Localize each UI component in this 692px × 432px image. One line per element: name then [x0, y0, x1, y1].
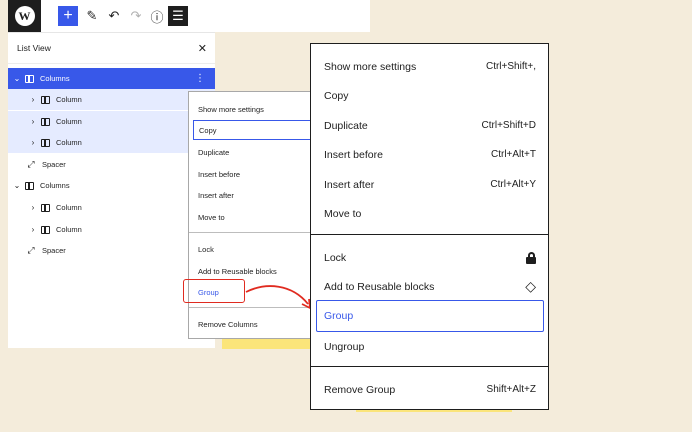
- shortcut-label: Ctrl+Alt+Y: [490, 179, 536, 190]
- menu-item-label: Remove Group: [324, 383, 396, 396]
- menu-item-add-to-reusable-blocks[interactable]: Add to Reusable blocks ◇: [311, 272, 548, 301]
- menu-item-move-to[interactable]: Move to: [311, 199, 548, 228]
- menu-item-label: Insert before: [324, 148, 383, 161]
- column-icon: [41, 117, 50, 126]
- close-icon[interactable]: ✕: [198, 42, 207, 55]
- menu-item-label: Show more settings: [324, 60, 417, 73]
- group-highlight-annotation: [183, 279, 245, 303]
- menu-divider: [189, 232, 315, 233]
- menu-item-copy[interactable]: Copy: [311, 81, 548, 110]
- column-icon: [41, 138, 50, 147]
- menu-item-add-to-reusable-blocks[interactable]: Add to Reusable blocks: [189, 261, 315, 281]
- menu-item-label: Duplicate: [324, 119, 368, 132]
- list-item-label: Spacer: [42, 160, 66, 169]
- list-item-column[interactable]: › Column: [8, 111, 215, 132]
- menu-item-label: Insert after: [324, 178, 375, 191]
- column-icon: [41, 95, 50, 104]
- list-item-spacer[interactable]: ⤢ Spacer: [8, 240, 215, 261]
- menu-item-label: Add to Reusable blocks: [324, 280, 435, 293]
- chevron-right-icon[interactable]: ›: [28, 138, 38, 147]
- menu-item-label: Group: [324, 310, 354, 322]
- options-icon[interactable]: ⋮: [195, 73, 205, 84]
- menu-item-duplicate[interactable]: Duplicate Ctrl+Shift+D: [311, 111, 548, 140]
- list-item-label: Columns: [40, 74, 70, 83]
- editor-toolbar: W + ✎ ↶ ↷ ⓘ ☰: [8, 0, 370, 32]
- shortcut-label: Ctrl+Shift+D: [481, 120, 536, 131]
- shortcut-label: Ctrl+Alt+T: [490, 149, 536, 160]
- menu-divider: [311, 234, 548, 235]
- lock-icon: [526, 251, 536, 264]
- shortcut-label: Ctrl+Shift+,: [485, 61, 536, 72]
- add-block-button[interactable]: +: [58, 6, 78, 26]
- menu-item-label: Lock: [324, 251, 347, 264]
- menu-item-label: Copy: [324, 89, 349, 102]
- annotation-arrow-icon: [245, 285, 311, 309]
- menu-divider: [311, 366, 548, 367]
- undo-icon[interactable]: ↶: [104, 6, 124, 26]
- list-item-label: Column: [56, 117, 82, 126]
- chevron-right-icon[interactable]: ›: [28, 95, 38, 104]
- menu-item-show-more-settings[interactable]: Show more settings Ctrl+Shift+,: [311, 52, 548, 81]
- reusable-block-icon: ◇: [525, 278, 536, 294]
- list-item-label: Columns: [40, 181, 70, 190]
- chevron-right-icon[interactable]: ›: [28, 203, 38, 212]
- columns-icon: [25, 181, 34, 190]
- menu-item-insert-before[interactable]: Insert before: [189, 164, 315, 184]
- list-item-columns[interactable]: ⌄ Columns ⋮: [8, 68, 215, 89]
- wordpress-logo-button[interactable]: W: [8, 0, 41, 32]
- list-view-button[interactable]: ☰: [168, 6, 188, 26]
- list-view-title: List View: [17, 43, 51, 53]
- list-item-spacer[interactable]: ⤢ Spacer: [8, 154, 215, 175]
- list-item-label: Column: [56, 95, 82, 104]
- pencil-icon[interactable]: ✎: [82, 6, 102, 26]
- menu-item-remove-group[interactable]: Remove Group Shift+Alt+Z: [311, 375, 548, 404]
- list-item-label: Column: [56, 138, 82, 147]
- menu-item-move-to[interactable]: Move to: [189, 207, 315, 227]
- columns-icon: [25, 74, 34, 83]
- wordpress-logo-icon: W: [14, 6, 35, 26]
- list-item-column[interactable]: › Column: [8, 132, 215, 153]
- list-item-columns[interactable]: ⌄ Columns: [8, 175, 215, 196]
- column-icon: [41, 225, 50, 234]
- list-item-column[interactable]: › Column: [8, 197, 215, 218]
- chevron-down-icon[interactable]: ⌄: [12, 181, 22, 190]
- redo-icon[interactable]: ↷: [126, 6, 146, 26]
- menu-item-group[interactable]: Group: [316, 300, 544, 332]
- menu-item-lock[interactable]: Lock: [189, 239, 315, 259]
- spacer-icon: ⤢: [27, 159, 35, 169]
- chevron-right-icon[interactable]: ›: [28, 117, 38, 126]
- chevron-right-icon[interactable]: ›: [28, 225, 38, 234]
- menu-item-duplicate[interactable]: Duplicate: [189, 142, 315, 162]
- list-item-label: Spacer: [42, 246, 66, 255]
- list-view-header: List View ✕: [8, 33, 215, 64]
- list-item-label: Column: [56, 225, 82, 234]
- editor-block-background: [222, 339, 310, 349]
- menu-item-ungroup[interactable]: Ungroup: [311, 332, 548, 361]
- chevron-down-icon[interactable]: ⌄: [12, 74, 22, 83]
- menu-item-insert-after[interactable]: Insert after: [189, 185, 315, 205]
- column-icon: [41, 203, 50, 212]
- menu-item-label: Ungroup: [324, 340, 365, 353]
- block-options-menu: Show more settings Ctrl+Shift+, Copy Dup…: [310, 43, 549, 410]
- list-item-label: Column: [56, 203, 82, 212]
- list-item-column[interactable]: › Column: [8, 219, 215, 240]
- menu-item-lock[interactable]: Lock: [311, 243, 548, 272]
- menu-item-label: Move to: [324, 207, 362, 220]
- spacer-icon: ⤢: [27, 245, 35, 255]
- menu-item-insert-before[interactable]: Insert before Ctrl+Alt+T: [311, 140, 548, 169]
- shortcut-label: Shift+Alt+Z: [486, 384, 536, 395]
- menu-item-copy[interactable]: Copy: [193, 120, 315, 140]
- list-item-column[interactable]: › Column: [8, 89, 215, 110]
- menu-item-insert-after[interactable]: Insert after Ctrl+Alt+Y: [311, 170, 548, 199]
- menu-item-show-more-settings[interactable]: Show more settings: [189, 99, 315, 119]
- info-icon[interactable]: ⓘ: [147, 6, 167, 26]
